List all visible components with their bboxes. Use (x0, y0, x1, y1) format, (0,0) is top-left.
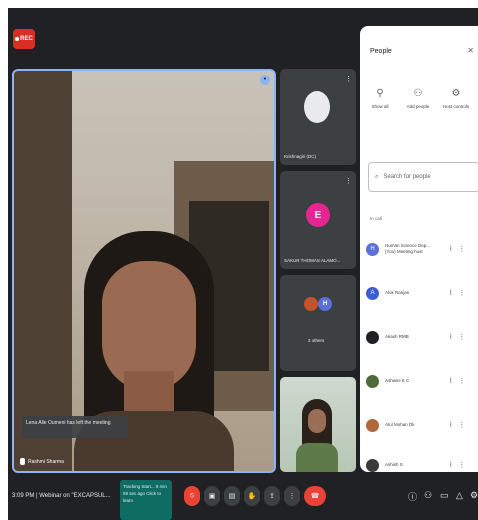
raise-hand-icon: ✋ (247, 493, 257, 500)
more-options-icon[interactable]: ⋮ (345, 177, 352, 185)
more-options-icon[interactable]: ⋮ (458, 289, 465, 297)
leave-call-button[interactable]: ☎ (304, 486, 326, 506)
participant-tile-1[interactable]: ⋮ Krishnagiri (DC) (280, 69, 356, 165)
main-video-tile[interactable]: • Lena Alle Oumeni has left the meeting … (12, 69, 276, 473)
avatar (304, 91, 330, 123)
mic-off-icon: ⦸ (189, 492, 195, 499)
search-input[interactable]: ⌕ Search for people (368, 162, 478, 192)
more-options-icon[interactable]: ⋮ (458, 245, 465, 253)
more-options-button[interactable]: ⋮ (284, 486, 300, 506)
avatar: H (318, 297, 332, 311)
mic-off-button[interactable]: ⦸ (184, 486, 200, 506)
add-people-button[interactable]: ⚇ Add people (398, 88, 438, 109)
present-button[interactable]: ⇪ (264, 486, 280, 506)
participant-name-tag: Rashmi Sharma (20, 458, 64, 465)
people-panel: People ✕ ⚲ Show all ⚇ Add people ⚙ Host … (360, 26, 478, 472)
list-item[interactable]: Ashwini K C ⌇ ⋮ (366, 370, 478, 392)
pin-icon[interactable]: • (260, 75, 270, 85)
list-item[interactable]: A Alok Ranjan ⌇ ⋮ (366, 282, 478, 304)
captions-button[interactable]: ▤ (224, 486, 240, 506)
mic-icon (20, 458, 25, 465)
avatar (304, 297, 318, 311)
camera-icon: ▣ (208, 493, 216, 500)
list-item[interactable]: Atul Mohan Dk ⌇ ⋮ (366, 414, 478, 436)
camera-button[interactable]: ▣ (204, 486, 220, 506)
host-controls-button[interactable]: ⚙ Host controls (436, 88, 476, 109)
control-bar: 3:09 PM | Webinar on "EXCAPSUL... Tracki… (8, 474, 478, 520)
captions-icon: ▤ (228, 493, 236, 500)
avatar: E (306, 203, 330, 227)
close-icon[interactable]: ✕ (467, 46, 474, 55)
section-label: In call (370, 216, 382, 221)
mic-icon[interactable]: ⌇ (449, 421, 452, 429)
search-icon: ⌕ (375, 173, 379, 180)
self-view-tile[interactable] (280, 377, 356, 472)
tile-label: 3 others (308, 338, 325, 343)
mic-icon[interactable]: ⌇ (449, 333, 452, 341)
mic-icon[interactable]: ⌇ (449, 377, 452, 385)
record-dot-icon (15, 37, 20, 41)
raise-hand-button[interactable]: ✋ (244, 486, 260, 506)
info-icon[interactable]: ⓘ (408, 490, 417, 503)
mic-icon[interactable]: ⌇ (449, 289, 452, 297)
avatar: H (366, 242, 379, 256)
meeting-window: REC • Lena Alle Oumeni has left the meet… (8, 8, 478, 520)
list-item[interactable]: Akash RMB ⌇ ⋮ (366, 326, 478, 348)
people-icon[interactable]: ⚇ (424, 490, 432, 501)
list-item[interactable]: Ashish S ⌇ ⋮ (366, 454, 478, 472)
hang-up-icon: ☎ (310, 493, 320, 500)
host-controls-icon[interactable]: ⚙ (470, 490, 478, 501)
participant-tile-others[interactable]: H 3 others (280, 275, 356, 371)
tile-label: SAKUR THOMAS ALAMO... (284, 258, 341, 263)
tile-label: Krishnagiri (DC) (284, 154, 317, 159)
avatar: A (366, 286, 379, 300)
recording-badge: REC (13, 29, 35, 49)
host-controls-icon: ⚙ (451, 88, 461, 99)
tracking-notice[interactable]: Tracking Start... 9 min 59 sec ago Click… (120, 480, 172, 520)
add-people-icon: ⚇ (413, 88, 423, 99)
show-all-button[interactable]: ⚲ Show all (360, 88, 400, 109)
avatar (366, 418, 379, 432)
avatar (366, 330, 379, 344)
more-options-icon[interactable]: ⋮ (345, 75, 352, 83)
avatar (366, 374, 379, 388)
chat-icon[interactable]: ▭ (440, 490, 449, 501)
activities-icon[interactable]: △ (456, 490, 463, 501)
list-item[interactable]: H Human Science Dep... (You) Meeting hos… (366, 238, 478, 260)
notification-caption: Lena Alle Oumeni has left the meeting (22, 416, 128, 438)
more-options-icon: ⋮ (288, 493, 296, 500)
mic-icon[interactable]: ⌇ (449, 245, 452, 253)
more-options-icon[interactable]: ⋮ (458, 377, 465, 385)
more-options-icon[interactable]: ⋮ (458, 421, 465, 429)
panel-title: People (370, 48, 392, 55)
avatar (366, 458, 379, 472)
more-options-icon[interactable]: ⋮ (458, 461, 465, 469)
mic-icon[interactable]: ⌇ (449, 461, 452, 469)
participant-tile-2[interactable]: E ⋮ SAKUR THOMAS ALAMO... (280, 171, 356, 269)
present-icon: ⇪ (269, 493, 275, 500)
person-add-icon: ⚲ (376, 88, 384, 99)
more-options-icon[interactable]: ⋮ (458, 333, 465, 341)
meeting-details[interactable]: 3:09 PM | Webinar on "EXCAPSUL... (12, 493, 111, 499)
